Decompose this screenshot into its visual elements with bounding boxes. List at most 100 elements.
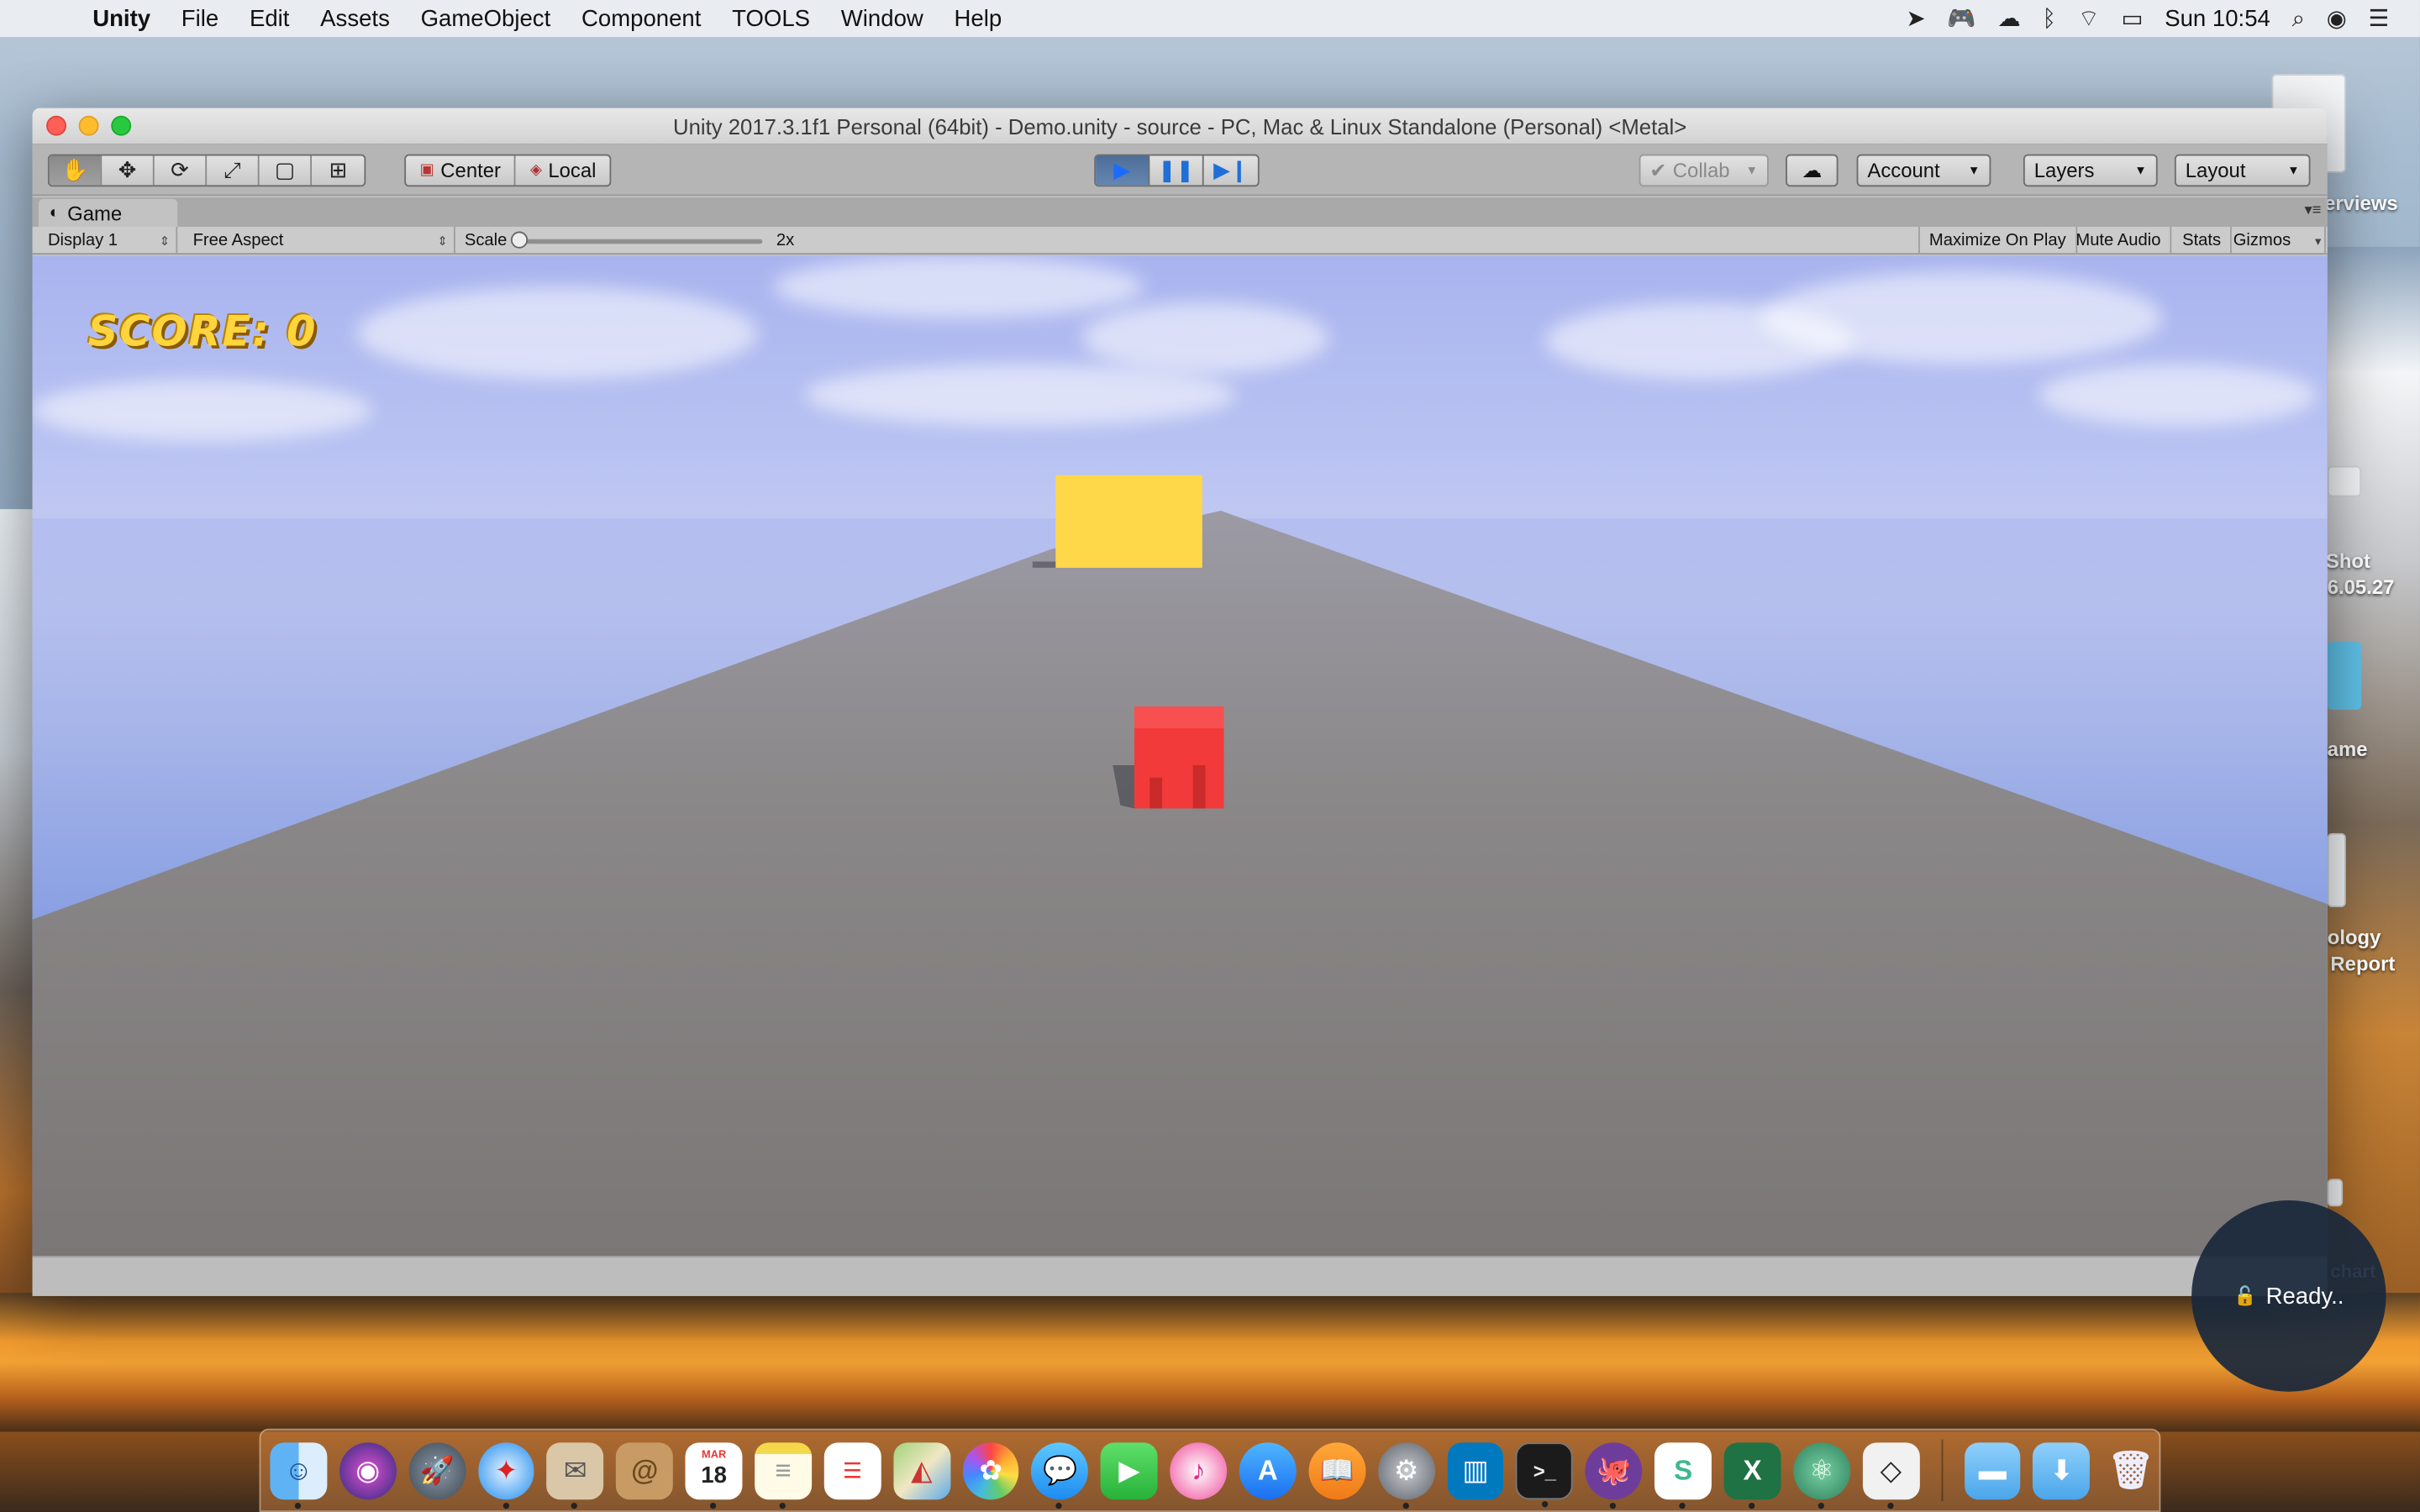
desktop-label[interactable]: erviews xyxy=(2324,192,2398,215)
wallpaper-left-mountain xyxy=(0,509,38,1312)
menu-clock[interactable]: Sun 10:54 xyxy=(2165,5,2270,31)
hand-tool-button[interactable]: ✋ xyxy=(49,155,103,186)
play-button[interactable]: ▶ xyxy=(1096,155,1150,186)
menu-help[interactable]: Help xyxy=(955,5,1002,31)
unity-icon[interactable]: ◇ xyxy=(1862,1441,1920,1509)
trello-icon[interactable]: ▥ xyxy=(1447,1441,1504,1499)
itunes-icon[interactable]: ♪ xyxy=(1170,1441,1228,1499)
facetime-icon[interactable]: ▶ xyxy=(1101,1441,1158,1499)
folder-icon[interactable]: ▬ xyxy=(1964,1441,2022,1499)
location-arrow-icon[interactable]: ➤ xyxy=(1906,5,1925,32)
spotlight-search-icon[interactable]: ⌕ xyxy=(2292,5,2305,31)
desktop-screenshot-icon[interactable] xyxy=(2327,465,2362,497)
move-icon: ✥ xyxy=(118,157,137,182)
desktop-label[interactable]: ology xyxy=(2328,926,2381,949)
desktop-label[interactable]: ame xyxy=(2328,738,2368,761)
rect-tool-button[interactable]: ▢ xyxy=(260,155,313,186)
ready-indicator: 🔓 Ready.. xyxy=(2191,1200,2386,1392)
center-icon: ▣ xyxy=(419,161,434,180)
ibooks-icon[interactable]: 📖 xyxy=(1308,1441,1366,1499)
dock: ☺ ◉ 🚀 ✦ ✉ @ MAR 18 ≡ ☰ ◭ ✿ 💬 ▶ ♪ A 📖 ⚙ ▥… xyxy=(259,1428,2161,1512)
scale-tool-button[interactable]: ⤢ xyxy=(207,155,260,186)
chevron-down-icon: ▼ xyxy=(1745,163,1759,178)
menu-app-name[interactable]: Unity xyxy=(92,5,150,31)
github-icon[interactable]: 🐙 xyxy=(1585,1441,1643,1509)
collab-dropdown[interactable]: ✔ Collab ▼ xyxy=(1639,154,1769,187)
rotate-tool-button[interactable]: ⟳ xyxy=(155,155,208,186)
launchpad-icon[interactable]: 🚀 xyxy=(408,1441,466,1499)
mute-audio-toggle[interactable]: Mute Audio xyxy=(2066,226,2172,255)
tab-menu-icon[interactable]: ▾≡ xyxy=(2304,202,2321,219)
safari-icon[interactable]: ✦ xyxy=(477,1441,535,1509)
display-dropdown[interactable]: Display 1 ⇕ xyxy=(39,226,178,255)
system-preferences-icon[interactable]: ⚙ xyxy=(1377,1441,1435,1509)
notification-center-icon[interactable]: ☰ xyxy=(2369,5,2390,32)
step-button[interactable]: ▶❙ xyxy=(1204,156,1258,186)
wifi-icon[interactable]: ⌔ xyxy=(2078,4,2100,34)
contacts-icon[interactable]: @ xyxy=(616,1441,674,1499)
excel-icon[interactable]: X xyxy=(1723,1441,1781,1509)
layout-label: Layout xyxy=(2185,159,2246,182)
gizmos-label: Gizmos xyxy=(2233,231,2291,250)
menu-edit[interactable]: Edit xyxy=(250,5,289,31)
cloud-icon[interactable]: ☁ xyxy=(1997,5,2021,32)
finder-icon[interactable]: ☺ xyxy=(270,1441,328,1509)
stats-toggle[interactable]: Stats xyxy=(2173,226,2233,255)
tab-game-label: Game xyxy=(67,201,123,225)
pivot-local-button[interactable]: ◈ Local xyxy=(516,156,610,186)
trash-icon[interactable]: 🗑 xyxy=(2102,1441,2160,1499)
status-bar xyxy=(32,1256,2328,1296)
messages-icon[interactable]: 💬 xyxy=(1031,1441,1089,1509)
game-controller-icon[interactable]: 🎮 xyxy=(1947,5,1975,32)
atom-icon[interactable]: ⚛ xyxy=(1793,1441,1850,1509)
mail-icon[interactable]: ✉ xyxy=(546,1441,604,1509)
move-tool-button[interactable]: ✥ xyxy=(102,155,155,186)
desktop-label[interactable]: Shot xyxy=(2326,549,2370,573)
reminders-icon[interactable]: ☰ xyxy=(823,1441,881,1499)
maps-icon[interactable]: ◭ xyxy=(892,1441,950,1499)
desktop-document-icon[interactable] xyxy=(2327,1179,2344,1207)
yellow-obstacle xyxy=(1055,475,1202,568)
layers-dropdown[interactable]: Layers ▼ xyxy=(2023,154,2158,187)
slack-icon[interactable]: S xyxy=(1655,1441,1712,1509)
calendar-icon[interactable]: MAR 18 xyxy=(685,1441,743,1509)
siri-icon[interactable]: ◉ xyxy=(2327,5,2347,32)
desktop-label[interactable]: Report xyxy=(2330,952,2395,975)
cloud-services-button[interactable]: ☁ xyxy=(1786,154,1839,187)
photos-icon[interactable]: ✿ xyxy=(962,1441,1020,1499)
siri-icon[interactable]: ◉ xyxy=(339,1441,397,1499)
menu-window[interactable]: Window xyxy=(841,5,923,31)
maximize-on-play-toggle[interactable]: Maximize On Play xyxy=(1918,226,2077,255)
pause-button[interactable]: ❚❚ xyxy=(1150,155,1204,186)
display-label: Display 1 xyxy=(47,231,118,250)
bluetooth-icon[interactable]: ᛒ xyxy=(2043,5,2057,31)
account-dropdown[interactable]: Account ▼ xyxy=(1856,154,1991,187)
updown-arrows-icon: ⇕ xyxy=(159,234,171,248)
downloads-folder-icon[interactable]: ⬇ xyxy=(2033,1441,2091,1499)
dock-separator xyxy=(1940,1439,1943,1502)
chevron-down-icon: ▼ xyxy=(2287,163,2300,178)
menu-tools[interactable]: TOOLS xyxy=(732,5,810,31)
tab-game[interactable]: ◐ Game xyxy=(38,198,178,227)
menu-component[interactable]: Component xyxy=(581,5,701,31)
desktop-label[interactable]: 6.05.27 xyxy=(2328,575,2395,599)
pause-icon: ❚❚ xyxy=(1158,157,1195,182)
scale-slider-track[interactable] xyxy=(518,239,763,244)
notes-icon[interactable]: ≡ xyxy=(755,1441,812,1509)
menu-file[interactable]: File xyxy=(182,5,218,31)
pivot-center-button[interactable]: ▣ Center xyxy=(406,155,517,186)
transform-tool-button[interactable]: ⊞ xyxy=(312,156,364,186)
terminal-icon[interactable]: >_ xyxy=(1516,1441,1574,1507)
menu-gameobject[interactable]: GameObject xyxy=(421,5,551,31)
layout-dropdown[interactable]: Layout ▼ xyxy=(2174,154,2311,187)
game-viewport[interactable]: SCORE: 0 xyxy=(32,255,2328,1257)
gizmos-dropdown[interactable]: Gizmos ▾ xyxy=(2224,226,2326,255)
menu-assets[interactable]: Assets xyxy=(320,5,390,31)
app-store-icon[interactable]: A xyxy=(1239,1441,1297,1499)
desktop-folder-icon[interactable] xyxy=(2327,642,2362,710)
aspect-dropdown[interactable]: Free Aspect ⇕ xyxy=(184,226,455,255)
unity-toolbar: ✋ ✥ ⟳ ⤢ ▢ ⊞ ▣ Center ◈ Local ▶ ❚❚ ▶❙ ✔ C… xyxy=(32,144,2328,197)
desktop-document-icon[interactable] xyxy=(2327,832,2346,907)
scale-slider-knob[interactable] xyxy=(510,231,529,249)
battery-icon[interactable]: ▭ xyxy=(2121,5,2143,32)
